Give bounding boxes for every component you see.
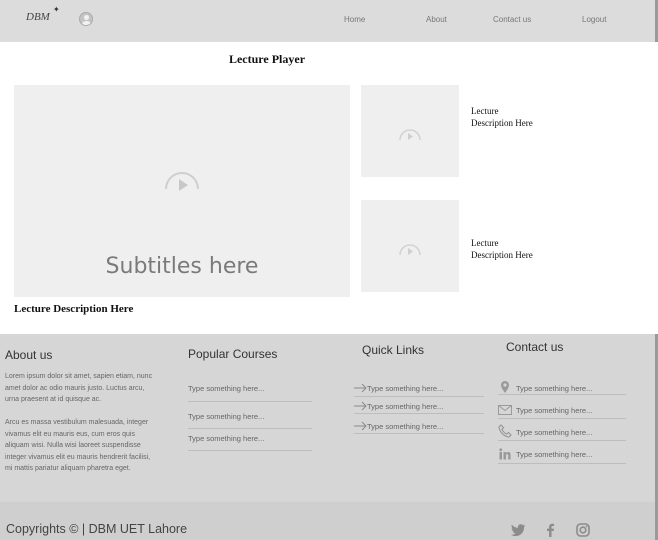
contact-item-text: Type something here...	[516, 384, 593, 393]
subtitles-text: Subtitles here	[105, 254, 259, 279]
logo-star-icon: ✦	[53, 5, 60, 14]
contact-item-text: Type something here...	[516, 428, 593, 437]
footer-about-text: Lorem ipsum dolor sit amet, sapien etiam…	[5, 373, 153, 403]
side-lecture-description: Lecture Description Here	[471, 106, 533, 128]
divider	[188, 450, 312, 451]
popular-course-link[interactable]: Type something here...	[188, 384, 264, 393]
side-lecture-thumbnail[interactable]	[361, 85, 459, 177]
divider	[188, 401, 312, 402]
lecture-description: Lecture Description Here	[14, 303, 134, 315]
phone-icon	[498, 424, 512, 438]
linkedin-icon	[499, 448, 511, 460]
play-icon	[399, 129, 421, 141]
twitter-icon[interactable]	[510, 522, 526, 538]
divider	[498, 463, 626, 464]
footer-about-heading: About us	[5, 348, 53, 362]
footer-quick-links-heading: Quick Links	[362, 343, 425, 357]
quick-link[interactable]: Type something here...	[367, 384, 443, 393]
quick-link[interactable]: Type something here...	[367, 402, 443, 411]
divider	[498, 440, 626, 441]
user-avatar-icon[interactable]	[79, 12, 93, 26]
divider	[354, 433, 484, 434]
popular-course-link[interactable]: Type something here...	[188, 434, 264, 443]
divider	[354, 396, 484, 397]
contact-item-text: Type something here...	[516, 450, 593, 459]
logo[interactable]: DBM	[26, 11, 50, 23]
copyright-text: Copyrights © | DBM UET Lahore	[6, 522, 188, 536]
contact-item-text: Type something here...	[516, 406, 593, 415]
footer-popular-heading: Popular Courses	[188, 347, 278, 361]
footer-about-text: Arcu es massa vestibulum malesuada, inte…	[5, 419, 151, 472]
footer-contact-heading: Contact us	[506, 340, 564, 354]
side-lecture-description: Lecture Description Here	[471, 238, 533, 260]
arrow-right-icon	[354, 401, 367, 411]
divider	[498, 394, 626, 395]
location-pin-icon	[501, 381, 509, 393]
arrow-right-icon	[354, 421, 367, 431]
play-icon	[399, 244, 421, 256]
nav-contact-link[interactable]: Contact us	[493, 15, 531, 24]
nav-home-link[interactable]: Home	[344, 15, 365, 24]
mail-icon	[498, 405, 512, 415]
page-title: Lecture Player	[228, 52, 306, 66]
divider	[498, 418, 626, 419]
top-nav-bar	[0, 0, 658, 42]
facebook-icon[interactable]	[542, 522, 558, 538]
divider	[188, 428, 312, 429]
side-lecture-thumbnail[interactable]	[361, 200, 459, 292]
arrow-right-icon	[354, 383, 367, 393]
play-icon[interactable]	[164, 165, 200, 201]
nav-logout-link[interactable]: Logout	[582, 15, 606, 24]
divider	[354, 413, 484, 414]
popular-course-link[interactable]: Type something here...	[188, 412, 264, 421]
instagram-icon[interactable]	[575, 522, 591, 538]
quick-link[interactable]: Type something here...	[367, 422, 443, 431]
nav-about-link[interactable]: About	[426, 15, 447, 24]
